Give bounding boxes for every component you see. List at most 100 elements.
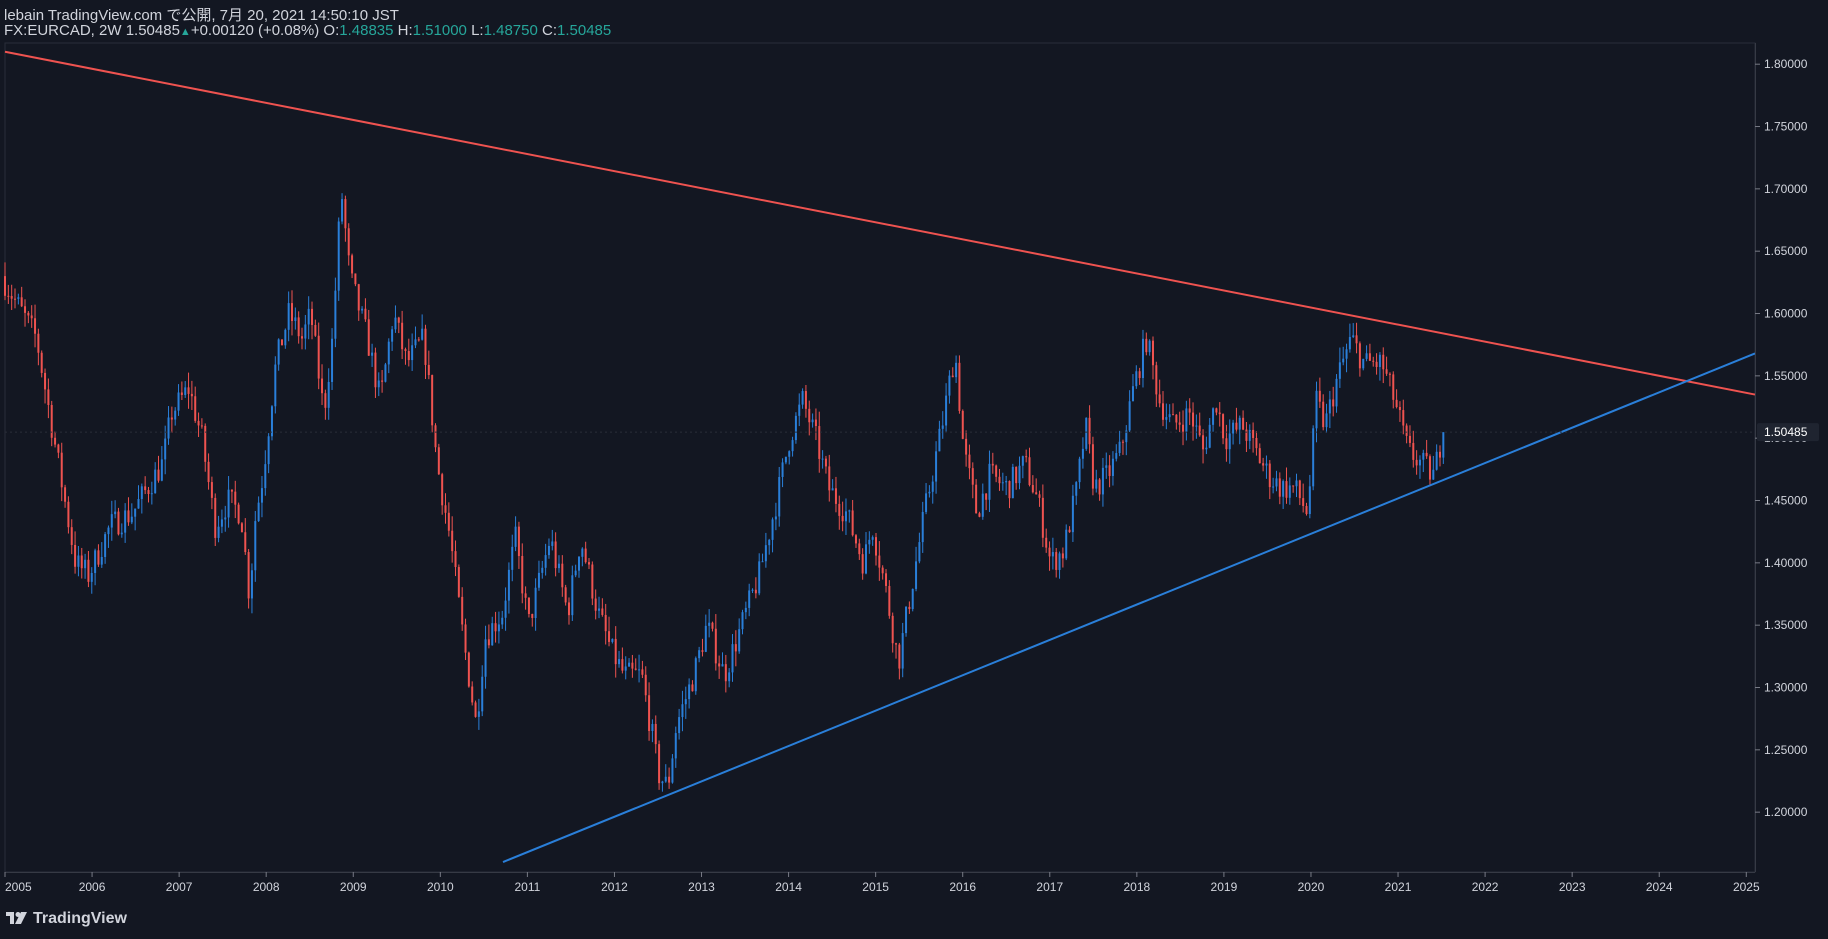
candle-body <box>364 308 367 320</box>
candle-body <box>948 375 951 396</box>
candle-body <box>704 625 707 652</box>
candle-body <box>344 199 347 229</box>
candle-body <box>1348 337 1351 350</box>
candle-body <box>864 544 867 574</box>
candle-body <box>454 551 457 568</box>
candle-body <box>968 454 971 469</box>
candle-body <box>711 622 714 629</box>
candle-body <box>411 345 414 361</box>
candle-body <box>731 644 734 673</box>
candle-body <box>604 614 607 632</box>
candle-body <box>257 502 260 522</box>
candle-body <box>854 535 857 544</box>
candle-body <box>741 612 744 630</box>
candle-body <box>1035 492 1038 495</box>
candle-body <box>1248 429 1251 441</box>
price-chart[interactable]: 1.80000 1.75000 1.70000 1.65000 1.60000 1.550… <box>0 0 1828 939</box>
candle-body <box>1305 505 1308 515</box>
low-value: 1.48750 <box>483 22 538 39</box>
candle-body <box>771 519 774 540</box>
candle-body <box>905 606 908 634</box>
candle-body <box>821 458 824 460</box>
candle-body <box>427 364 430 376</box>
candle-body <box>774 516 777 520</box>
candle-body <box>77 555 80 567</box>
candle-body <box>831 488 834 491</box>
candle-body <box>1372 360 1375 362</box>
candle-body <box>1402 410 1405 426</box>
candle-body <box>811 419 814 423</box>
candle-body <box>297 317 300 337</box>
candle-body <box>1065 529 1068 559</box>
tradingview-brand-text: TradingView <box>33 910 127 927</box>
candle-body <box>174 410 177 420</box>
candle-body <box>494 623 497 632</box>
candle-body <box>1288 485 1291 498</box>
candle-body <box>1025 456 1028 458</box>
candle-body <box>1352 335 1355 338</box>
time-axis[interactable]: 2005 2006 2007 2008 2009 2010 2011 2012 2013 2014… <box>4 872 1760 894</box>
candle-body <box>1121 441 1124 443</box>
candle-body <box>748 590 751 608</box>
candle-body <box>885 573 888 586</box>
candle-body <box>1091 444 1094 489</box>
candle-body <box>1252 429 1255 438</box>
candle-body <box>958 362 961 411</box>
candle-body <box>1071 495 1074 533</box>
candle-body <box>361 308 364 311</box>
candle-body <box>674 733 677 759</box>
candle-body <box>1275 478 1278 487</box>
candle-body <box>588 562 591 565</box>
open-label: O: <box>323 22 340 39</box>
candle-body <box>1081 448 1084 459</box>
candle-body <box>24 306 27 313</box>
candle-body <box>1238 417 1241 430</box>
tradingview-logo[interactable]: TradingView <box>6 910 127 928</box>
candle-body <box>881 567 884 574</box>
candle-body <box>931 481 934 492</box>
candle-body <box>274 364 277 407</box>
candle-body <box>254 521 257 571</box>
candle-body <box>1128 401 1131 431</box>
candle-body <box>724 664 727 682</box>
candle-body <box>781 462 784 477</box>
candle-body <box>621 659 624 671</box>
candle-body <box>1182 424 1185 432</box>
close-label: C: <box>542 22 557 39</box>
candle-body <box>758 561 761 594</box>
candle-body <box>1088 417 1091 445</box>
x-tick-label: 2005 <box>5 880 32 894</box>
candle-body <box>788 451 791 457</box>
candle-body <box>354 273 357 285</box>
candle-body <box>200 425 203 427</box>
candle-body <box>631 662 634 669</box>
close-value: 1.50485 <box>557 22 612 39</box>
candle-body <box>698 650 701 659</box>
candle-body <box>1175 414 1178 423</box>
candle-body <box>708 622 711 626</box>
candle-body <box>1328 399 1331 414</box>
candle-body <box>334 290 337 339</box>
candle-body <box>734 644 737 652</box>
candle-body <box>1045 537 1048 548</box>
candle-body <box>618 659 621 665</box>
candle-body <box>1308 486 1311 515</box>
candle-body <box>1368 353 1371 361</box>
candle-body <box>160 459 163 481</box>
candle-body <box>901 633 904 669</box>
last-price-badge: 1.50485 <box>1757 423 1819 442</box>
candle-body <box>988 463 991 500</box>
candle-body <box>778 476 781 517</box>
candle-body <box>541 567 544 573</box>
candle-body <box>1068 529 1071 533</box>
candle-body <box>3 276 7 296</box>
candle-body <box>60 452 63 488</box>
candle-body <box>1145 338 1148 353</box>
candle-body <box>37 333 40 353</box>
candle-body <box>1342 358 1345 363</box>
candle-body <box>801 391 804 405</box>
candle-body <box>1375 361 1378 367</box>
candle-body <box>1278 478 1281 497</box>
candle-body <box>567 602 570 616</box>
candle-body <box>1425 452 1428 457</box>
